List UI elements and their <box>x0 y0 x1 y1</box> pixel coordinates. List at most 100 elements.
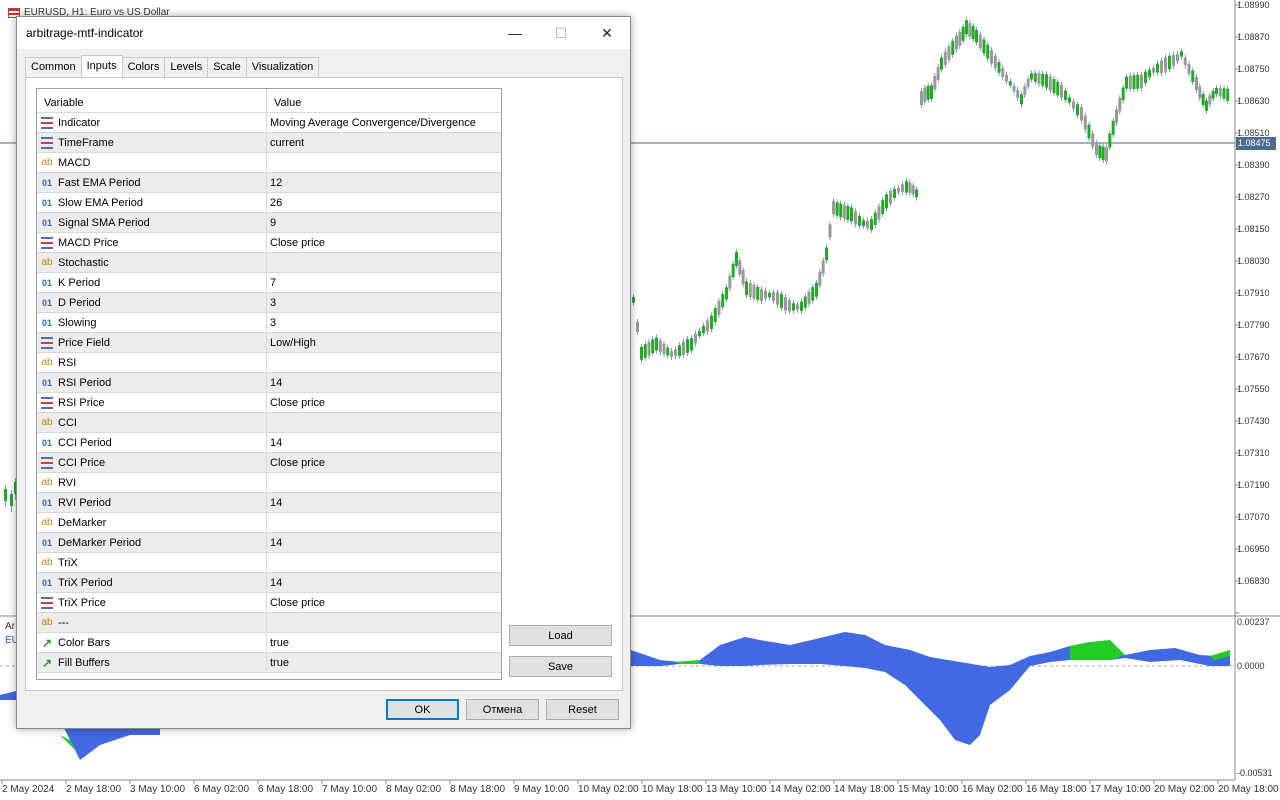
dialog-titlebar[interactable]: arbitrage-mtf-indicator — ☐ ✕ <box>17 17 630 49</box>
input-row[interactable]: ab CCI <box>37 412 501 433</box>
input-row[interactable]: ↗ Fill Buffers true <box>37 652 501 673</box>
input-value-cell[interactable]: current <box>267 137 501 149</box>
input-row[interactable]: ↗ Color Bars true <box>37 632 501 653</box>
enum-type-icon <box>41 236 53 249</box>
column-header-variable[interactable]: Variable <box>37 89 267 112</box>
input-row[interactable]: 01 RVI Period 14 <box>37 492 501 513</box>
input-row[interactable]: 01 DeMarker Period 14 <box>37 532 501 553</box>
candle-body <box>807 291 811 305</box>
candle-body <box>690 337 693 351</box>
column-header-value[interactable]: Value <box>267 89 501 112</box>
oscillator-fill-main <box>631 632 1230 745</box>
input-row[interactable]: 01 TriX Period 14 <box>37 572 501 593</box>
time-label: 9 May 10:00 <box>514 784 570 795</box>
input-row[interactable]: MACD Price Close price <box>37 232 501 253</box>
input-variable-cell: 01 D Period <box>37 292 267 313</box>
candle-body <box>854 211 857 225</box>
input-row[interactable]: TimeFrame current <box>37 132 501 153</box>
candle-body <box>651 339 655 354</box>
input-row[interactable]: 01 Slow EMA Period 26 <box>37 192 501 213</box>
oscillator-fill-green <box>1070 640 1125 660</box>
input-row[interactable]: ab TriX <box>37 552 501 573</box>
tab-scale[interactable]: Scale <box>207 57 247 77</box>
candle-body <box>1201 93 1205 106</box>
input-value-cell[interactable]: 12 <box>267 177 501 189</box>
input-row[interactable]: 01 Fast EMA Period 12 <box>37 172 501 193</box>
candle-body <box>943 51 947 65</box>
input-row[interactable]: ab Stochastic <box>37 252 501 273</box>
minimize-button[interactable]: — <box>492 17 538 49</box>
input-value-cell[interactable]: true <box>267 637 501 649</box>
input-variable-cell: ab MACD <box>37 152 267 173</box>
input-row[interactable]: 01 CCI Period 14 <box>37 432 501 453</box>
input-row[interactable]: 01 D Period 3 <box>37 292 501 313</box>
subwindow-level-label: 0.0000 <box>1237 661 1265 671</box>
cancel-button[interactable]: Отмена <box>466 699 539 720</box>
ok-button[interactable]: OK <box>386 699 459 720</box>
price-level-label: 1.08870 <box>1237 32 1270 42</box>
candle-body <box>897 187 900 193</box>
candle-body <box>636 321 639 332</box>
tab-inputs[interactable]: Inputs <box>80 55 123 77</box>
input-value-cell[interactable]: 9 <box>267 217 501 229</box>
input-value-cell[interactable]: 14 <box>267 497 501 509</box>
input-value-cell[interactable]: 26 <box>267 197 501 209</box>
input-row[interactable]: CCI Price Close price <box>37 452 501 473</box>
input-value-cell[interactable]: 7 <box>267 277 501 289</box>
input-value-cell[interactable]: Close price <box>267 597 501 609</box>
input-row[interactable]: RSI Price Close price <box>37 392 501 413</box>
price-level-label: 1.07310 <box>1237 448 1270 458</box>
input-row[interactable]: TriX Price Close price <box>37 592 501 613</box>
input-value-cell[interactable]: Moving Average Convergence/Divergence <box>267 117 501 129</box>
input-row[interactable]: ab RVI <box>37 472 501 493</box>
input-value-cell[interactable]: 14 <box>267 577 501 589</box>
input-row[interactable]: 01 Signal SMA Period 9 <box>37 212 501 233</box>
input-value-cell[interactable]: Close price <box>267 457 501 469</box>
tab-levels[interactable]: Levels <box>164 57 209 77</box>
time-label: 8 May 18:00 <box>450 784 506 795</box>
reset-button[interactable]: Reset <box>546 699 619 720</box>
save-button[interactable]: Save <box>509 656 612 677</box>
candle-body <box>828 224 832 238</box>
input-row[interactable]: 01 Slowing 3 <box>37 312 501 333</box>
input-variable-cell: ab Stochastic <box>37 252 267 273</box>
input-value-cell[interactable]: 14 <box>267 437 501 449</box>
input-value-cell[interactable]: 14 <box>267 377 501 389</box>
load-button[interactable]: Load <box>509 625 612 646</box>
time-label: 7 May 10:00 <box>322 784 378 795</box>
tab-colors[interactable]: Colors <box>121 57 166 77</box>
input-value-cell[interactable]: Close price <box>267 397 501 409</box>
candle-body <box>1160 60 1163 74</box>
tab-visualization[interactable]: Visualization <box>245 57 320 77</box>
input-row[interactable]: Indicator Moving Average Convergence/Dive… <box>37 112 501 133</box>
input-row[interactable]: ab --- <box>37 612 501 633</box>
maximize-button[interactable]: ☐ <box>538 17 584 49</box>
input-variable-name: Indicator <box>58 116 101 129</box>
input-variable-name: Price Field <box>58 336 110 349</box>
time-label: 20 May 02:00 <box>1154 784 1215 795</box>
input-value-cell[interactable]: 14 <box>267 537 501 549</box>
candle-body <box>1048 76 1052 91</box>
tab-common[interactable]: Common <box>25 57 82 77</box>
input-value-cell[interactable]: 3 <box>267 297 501 309</box>
candle-body <box>1180 51 1183 57</box>
input-row[interactable]: 01 RSI Period 14 <box>37 372 501 393</box>
candle-body <box>1111 120 1115 135</box>
price-level-label: 1.07790 <box>1237 320 1270 330</box>
price-level-label: 1.08990 <box>1237 0 1270 10</box>
candle-body <box>911 185 915 195</box>
candle-body <box>835 202 839 216</box>
input-row[interactable]: ab RSI <box>37 352 501 373</box>
price-level-label: 1.08030 <box>1237 256 1270 266</box>
input-row[interactable]: ab MACD <box>37 152 501 173</box>
input-row[interactable]: Price Field Low/High <box>37 332 501 353</box>
input-row[interactable]: ab DeMarker <box>37 512 501 533</box>
input-variable-cell: ab --- <box>37 612 267 633</box>
grid-header: Variable Value <box>37 89 501 113</box>
input-row[interactable]: 01 K Period 7 <box>37 272 501 293</box>
input-value-cell[interactable]: true <box>267 657 501 669</box>
input-value-cell[interactable]: Close price <box>267 237 501 249</box>
input-value-cell[interactable]: 3 <box>267 317 501 329</box>
input-value-cell[interactable]: Low/High <box>267 337 501 349</box>
close-button[interactable]: ✕ <box>584 17 630 49</box>
